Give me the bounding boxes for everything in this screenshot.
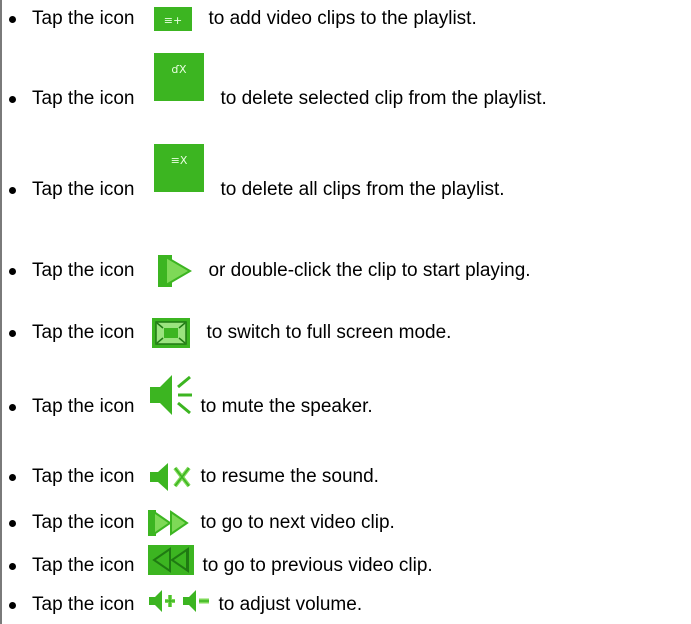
item-text: to go to previous video clip. — [202, 555, 433, 576]
item-text: to delete all clips from the playlist. — [220, 179, 505, 200]
volume-down-icon[interactable] — [182, 589, 210, 613]
bullet — [9, 473, 16, 481]
play-icon[interactable] — [158, 255, 193, 287]
bullet — [9, 519, 16, 527]
list-item-mute: Tap the icon to mute the speaker. — [0, 375, 373, 420]
bullet — [9, 95, 16, 103]
delete-clip-icon[interactable]: ɗX — [154, 53, 205, 101]
lead-text: Tap the icon — [32, 260, 135, 281]
bullet — [9, 403, 16, 411]
list-item-volume: Tap the icon to adjust volume. — [0, 589, 363, 618]
item-text: to mute the speaker. — [200, 396, 373, 417]
bullet — [9, 15, 16, 23]
list-item-next: Tap the icon to go to next video clip. — [0, 510, 395, 536]
list-item-fullscreen: Tap the icon to switch to full screen mo… — [0, 318, 452, 348]
item-text: to switch to full screen mode. — [206, 322, 452, 343]
bullet — [9, 562, 16, 570]
svg-text:≡+: ≡+ — [164, 14, 182, 27]
svg-text:ɗX: ɗX — [172, 63, 188, 76]
item-text: to go to next video clip. — [200, 512, 395, 533]
bullet — [9, 186, 16, 194]
add-clips-icon[interactable]: ≡+ — [154, 7, 193, 31]
lead-text: Tap the icon — [32, 8, 135, 29]
item-text: to delete selected clip from the playlis… — [220, 88, 547, 109]
bullet — [9, 329, 16, 337]
delete-all-icon[interactable]: ≡X — [154, 144, 205, 192]
lead-text: Tap the icon — [32, 322, 135, 343]
lead-text: Tap the icon — [32, 179, 135, 200]
lead-text: Tap the icon — [32, 466, 135, 487]
previous-clip-icon[interactable] — [148, 545, 195, 575]
list-item-previous: Tap the icon to go to previous video cli… — [0, 545, 433, 579]
item-text: to add video clips to the playlist. — [208, 8, 477, 29]
lead-text: Tap the icon — [32, 594, 135, 615]
lead-text: Tap the icon — [32, 555, 135, 576]
list-item-add-clips: Tap the icon ≡+ to add video clips to th… — [0, 6, 477, 32]
lead-text: Tap the icon — [32, 396, 135, 417]
speaker-muted-icon[interactable] — [148, 462, 192, 492]
list-item-delete-clip: Tap the icon ɗX to delete selected clip … — [0, 53, 547, 112]
list-item-unmute: Tap the icon to resume the sound. — [0, 462, 379, 492]
item-text: or double-click the clip to start playin… — [208, 260, 531, 281]
svg-text:≡X: ≡X — [171, 154, 188, 167]
next-clip-icon[interactable] — [148, 510, 192, 536]
fullscreen-icon[interactable] — [152, 318, 191, 348]
list-item-delete-all: Tap the icon ≡X to delete all clips from… — [0, 144, 505, 203]
item-text: to adjust volume. — [218, 594, 363, 615]
speaker-on-icon[interactable] — [148, 373, 194, 417]
lead-text: Tap the icon — [32, 512, 135, 533]
lead-text: Tap the icon — [32, 88, 135, 109]
item-text: to resume the sound. — [200, 466, 379, 487]
bullet — [9, 267, 16, 275]
list-item-play: Tap the icon or double-click the clip to… — [0, 255, 531, 287]
bullet — [9, 601, 16, 609]
volume-up-icon[interactable] — [148, 589, 176, 613]
